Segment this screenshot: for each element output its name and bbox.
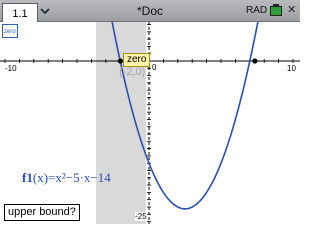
point-coordinates: (-2,0)	[119, 66, 146, 78]
y-min-label: -25	[135, 212, 147, 221]
angle-mode-indicator: RAD	[246, 5, 268, 16]
top-toolbar: 1.1 *Doc RAD ✕	[0, 0, 300, 22]
zero-tooltip: zero	[123, 53, 151, 67]
function-name: f1	[22, 170, 33, 185]
zoom-icon-text: zero	[4, 29, 16, 35]
root-point-right[interactable]	[252, 58, 258, 64]
origin-label: 0	[152, 63, 157, 72]
battery-icon	[270, 4, 282, 16]
function-definition: =x²−5·x−14	[48, 170, 111, 185]
x-max-label: 10	[287, 64, 296, 73]
close-icon[interactable]: ✕	[287, 4, 298, 16]
bound-prompt: upper bound?	[4, 204, 80, 221]
function-label[interactable]: f1(x)=x²−5·x−14	[22, 170, 111, 186]
x-min-label: -10	[5, 64, 17, 73]
graph-area[interactable]: zero -10 10 0 -25 zero (-2,0) f1(x)=x²−5…	[0, 22, 300, 224]
zoom-icon[interactable]: zero	[2, 24, 18, 38]
